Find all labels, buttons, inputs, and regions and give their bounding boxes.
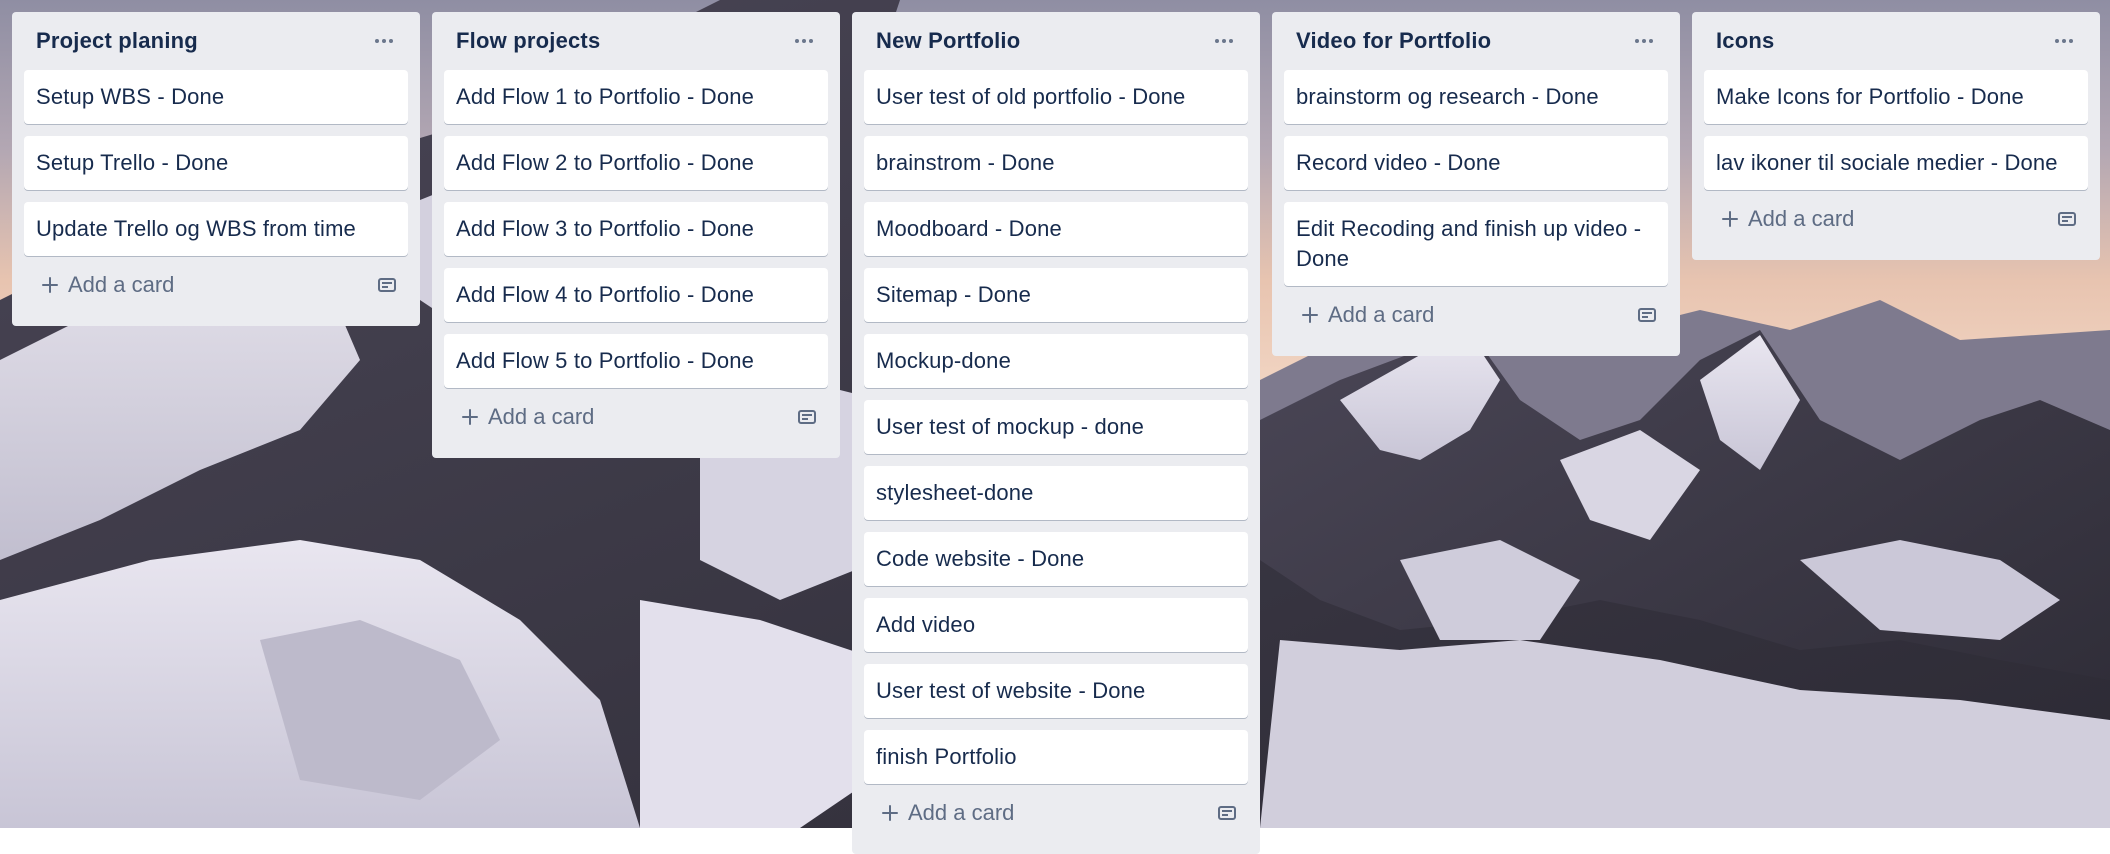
add-card-label: Add a card <box>68 272 175 297</box>
card[interactable]: brainstrom - Done <box>864 136 1248 190</box>
card-template-icon[interactable] <box>2056 208 2078 230</box>
plus-icon <box>462 409 478 425</box>
list-video-for-portfolio: Video for Portfolio brainstorm og resear… <box>1272 12 1680 356</box>
card[interactable]: Code website - Done <box>864 532 1248 586</box>
card-list: brainstorm og research - Done Record vid… <box>1284 70 1668 286</box>
card[interactable]: Add Flow 3 to Portfolio - Done <box>444 202 828 256</box>
list-header[interactable]: Flow projects <box>444 12 828 70</box>
card[interactable]: stylesheet-done <box>864 466 1248 520</box>
card[interactable]: Add Flow 4 to Portfolio - Done <box>444 268 828 322</box>
card-template-icon[interactable] <box>1636 304 1658 326</box>
card[interactable]: User test of mockup - done <box>864 400 1248 454</box>
card[interactable]: Update Trello og WBS from time <box>24 202 408 256</box>
list-title[interactable]: Video for Portfolio <box>1296 28 1491 54</box>
list-header[interactable]: Video for Portfolio <box>1284 12 1668 70</box>
list-header[interactable]: Project planing <box>24 12 408 70</box>
card[interactable]: Mockup-done <box>864 334 1248 388</box>
card[interactable]: Make Icons for Portfolio - Done <box>1704 70 2088 124</box>
card[interactable]: Setup WBS - Done <box>24 70 408 124</box>
add-card-label: Add a card <box>488 404 595 429</box>
add-card-row: Add a card <box>1284 286 1668 344</box>
add-card-button[interactable]: Add a card <box>864 793 1014 833</box>
add-card-row: Add a card <box>24 256 408 314</box>
card[interactable]: Sitemap - Done <box>864 268 1248 322</box>
list-header[interactable]: New Portfolio <box>864 12 1248 70</box>
plus-icon <box>42 277 58 293</box>
list-title[interactable]: Icons <box>1716 28 1774 54</box>
card[interactable]: User test of old portfolio - Done <box>864 70 1248 124</box>
card[interactable]: Edit Recoding and finish up video - Done <box>1284 202 1668 286</box>
card-list: User test of old portfolio - Done brains… <box>864 70 1248 784</box>
card[interactable]: Record video - Done <box>1284 136 1668 190</box>
card-list: Add Flow 1 to Portfolio - Done Add Flow … <box>444 70 828 388</box>
card[interactable]: finish Portfolio <box>864 730 1248 784</box>
add-card-row: Add a card <box>1704 190 2088 248</box>
add-card-button[interactable]: Add a card <box>444 397 594 437</box>
list-project-planing: Project planing Setup WBS - Done Setup T… <box>12 12 420 326</box>
card-list: Setup WBS - Done Setup Trello - Done Upd… <box>24 70 408 256</box>
more-horizontal-icon[interactable] <box>1628 26 1660 56</box>
more-horizontal-icon[interactable] <box>1208 26 1240 56</box>
list-new-portfolio: New Portfolio User test of old portfolio… <box>852 12 1260 854</box>
list-icons: Icons Make Icons for Portfolio - Done la… <box>1692 12 2100 260</box>
card[interactable]: Moodboard - Done <box>864 202 1248 256</box>
plus-icon <box>882 805 898 821</box>
more-horizontal-icon[interactable] <box>2048 26 2080 56</box>
add-card-button[interactable]: Add a card <box>1704 199 1854 239</box>
list-title[interactable]: Project planing <box>36 28 198 54</box>
card[interactable]: brainstorm og research - Done <box>1284 70 1668 124</box>
more-horizontal-icon[interactable] <box>368 26 400 56</box>
card[interactable]: Add Flow 1 to Portfolio - Done <box>444 70 828 124</box>
card[interactable]: Add video <box>864 598 1248 652</box>
card[interactable]: Add Flow 2 to Portfolio - Done <box>444 136 828 190</box>
add-card-button[interactable]: Add a card <box>1284 295 1434 335</box>
add-card-label: Add a card <box>1748 206 1855 231</box>
card[interactable]: Setup Trello - Done <box>24 136 408 190</box>
card-template-icon[interactable] <box>376 274 398 296</box>
card[interactable]: lav ikoner til sociale medier - Done <box>1704 136 2088 190</box>
add-card-row: Add a card <box>864 784 1248 842</box>
add-card-button[interactable]: Add a card <box>24 265 174 305</box>
plus-icon <box>1302 307 1318 323</box>
more-horizontal-icon[interactable] <box>788 26 820 56</box>
list-header[interactable]: Icons <box>1704 12 2088 70</box>
add-card-label: Add a card <box>908 800 1015 825</box>
list-title[interactable]: New Portfolio <box>876 28 1020 54</box>
add-card-row: Add a card <box>444 388 828 446</box>
card-list: Make Icons for Portfolio - Done lav ikon… <box>1704 70 2088 190</box>
card-template-icon[interactable] <box>1216 802 1238 824</box>
list-title[interactable]: Flow projects <box>456 28 600 54</box>
card[interactable]: Add Flow 5 to Portfolio - Done <box>444 334 828 388</box>
plus-icon <box>1722 211 1738 227</box>
board: Project planing Setup WBS - Done Setup T… <box>0 0 2110 854</box>
card-template-icon[interactable] <box>796 406 818 428</box>
card[interactable]: User test of website - Done <box>864 664 1248 718</box>
list-flow-projects: Flow projects Add Flow 1 to Portfolio - … <box>432 12 840 458</box>
add-card-label: Add a card <box>1328 302 1435 327</box>
